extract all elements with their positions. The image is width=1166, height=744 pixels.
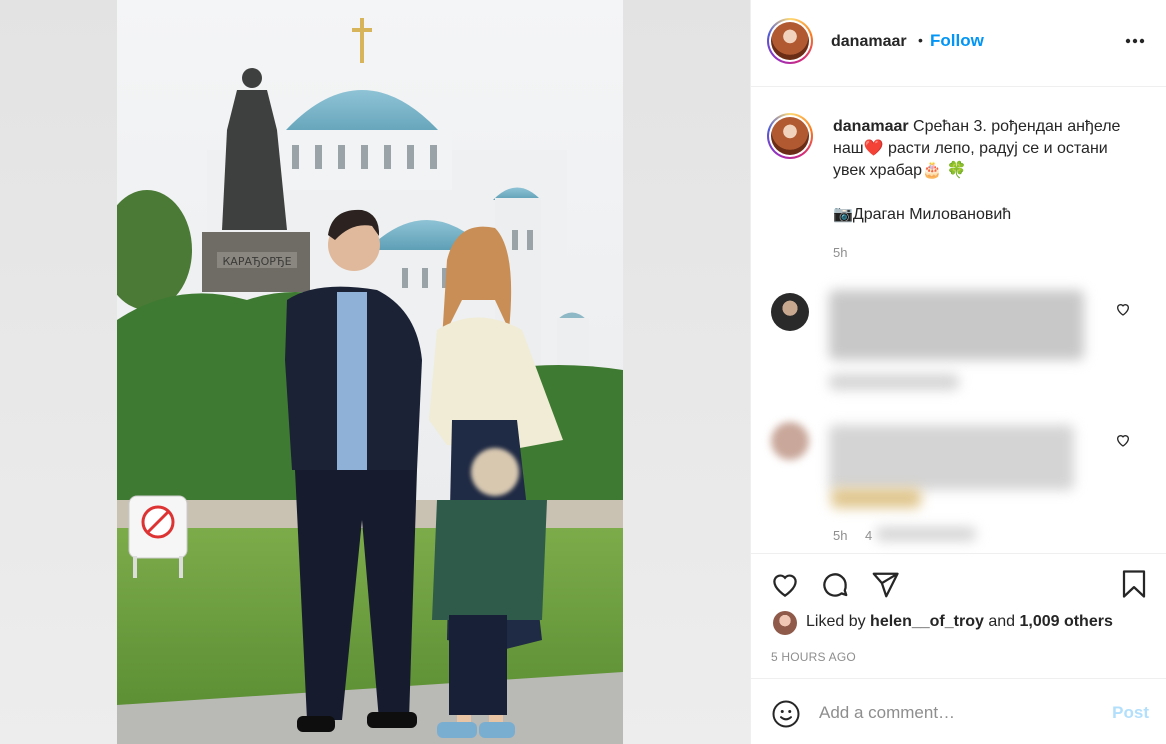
photo-credit: 📷Драган Миловановић	[833, 204, 1143, 226]
post-media: КАРАЂОРЂЕ	[0, 0, 750, 744]
liker-avatar[interactable]	[773, 611, 797, 635]
header-separator: •	[918, 32, 923, 48]
bookmark-icon[interactable]	[1119, 568, 1149, 605]
emoji-icon[interactable]	[771, 699, 801, 734]
comment-like-icon[interactable]	[1115, 301, 1131, 322]
comment-avatar-2[interactable]	[771, 422, 809, 460]
avatar[interactable]	[767, 18, 813, 64]
comment-emoji-blurred	[831, 488, 921, 508]
comment-blurred-2	[829, 425, 1074, 490]
comment-avatar[interactable]	[771, 293, 809, 331]
post-button[interactable]: Post	[1112, 703, 1149, 723]
caption-username[interactable]: danamaar	[833, 118, 909, 135]
comment-meta-blurred-2	[876, 527, 976, 541]
caption-time[interactable]: 5h	[833, 242, 1143, 264]
media-side-right	[623, 0, 750, 744]
comment-meta-blurred	[829, 374, 959, 390]
comment-likes-count[interactable]: 4	[865, 528, 872, 543]
camera-emoji: 📷	[833, 206, 853, 223]
post-header: danamaar • Follow	[751, 0, 1166, 87]
post-photo[interactable]: КАРАЂОРЂЕ	[117, 0, 623, 744]
follow-button[interactable]: Follow	[930, 31, 984, 51]
cake-emoji: 🎂	[922, 162, 942, 179]
photo-credit-name: Драган Миловановић	[852, 206, 1012, 223]
media-side-left	[0, 0, 117, 744]
clover-emoji: 🍀	[946, 162, 967, 179]
heart-emoji: ❤️	[863, 140, 884, 157]
add-comment-bar: Post	[751, 678, 1166, 744]
comment-input[interactable]	[819, 703, 1089, 723]
post-timestamp[interactable]: 5 HOURS AGO	[771, 650, 856, 664]
comment-blurred	[829, 290, 1084, 360]
caption-avatar[interactable]	[767, 113, 813, 159]
post-side-panel: danamaar • Follow danamaar Срећан 3. рођ…	[750, 0, 1166, 744]
liked-by-others[interactable]: 1,009 others	[1019, 613, 1112, 630]
liked-by-and: and	[988, 613, 1016, 630]
more-icon[interactable]	[1125, 32, 1145, 44]
heart-icon[interactable]	[769, 570, 801, 605]
comment-time[interactable]: 5h	[833, 528, 847, 543]
liked-by-prefix: Liked by	[806, 613, 866, 630]
header-username[interactable]: danamaar	[831, 33, 907, 51]
photo-illustration: КАРАЂОРЂЕ	[117, 0, 623, 744]
liked-by-text: Liked by helen__of_troy and 1,009 others	[806, 613, 1113, 631]
statue-sign-text: КАРАЂОРЂЕ	[222, 255, 291, 268]
liked-by-user[interactable]: helen__of_troy	[870, 613, 984, 630]
comment-icon[interactable]	[819, 570, 851, 605]
comment-like-icon-2[interactable]	[1115, 432, 1131, 453]
share-icon[interactable]	[869, 570, 901, 605]
caption-text: danamaar Срећан 3. рођендан анђеле наш❤️…	[833, 116, 1143, 264]
